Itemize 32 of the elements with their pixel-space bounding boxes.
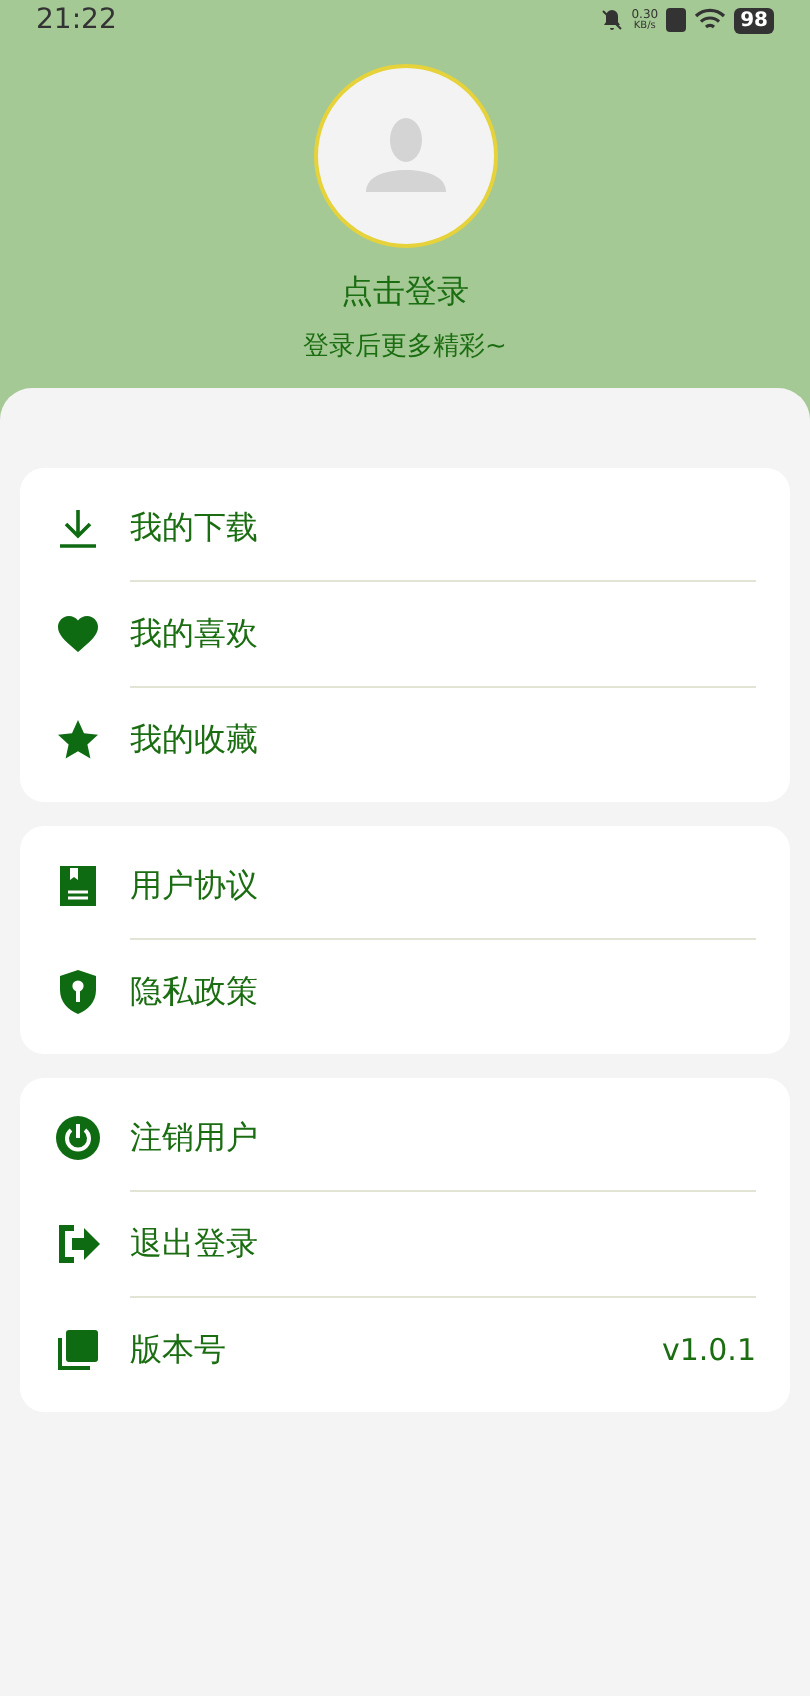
- menu-item[interactable]: 我的收藏: [54, 687, 756, 793]
- layers-icon: [54, 1326, 102, 1374]
- menu-label: 退出登录: [130, 1221, 260, 1265]
- star-icon: [54, 716, 102, 764]
- logout-icon: [54, 1220, 102, 1268]
- sim-icon: [666, 8, 687, 32]
- menu-label: 我的喜欢: [130, 611, 260, 655]
- menu-label: 隐私政策: [130, 970, 260, 1014]
- menu-item[interactable]: 注销用户: [54, 1085, 756, 1191]
- wifi-icon: [694, 8, 727, 32]
- shield-icon: [54, 968, 102, 1016]
- menu-item[interactable]: 我的下载: [54, 475, 756, 581]
- heart-icon: [54, 610, 102, 658]
- power-icon: [54, 1114, 102, 1162]
- bell-off-icon: [599, 8, 624, 32]
- menu-label: 用户协议: [130, 863, 260, 907]
- battery-indicator: 98: [734, 7, 774, 33]
- version-number: v1.0.1: [661, 1329, 756, 1372]
- login-title[interactable]: 点击登录: [341, 268, 469, 316]
- download-icon: [54, 504, 102, 552]
- menu-label: 版本号: [130, 1328, 228, 1372]
- menu-label: 注销用户: [130, 1115, 260, 1159]
- menu-item[interactable]: 用户协议: [54, 833, 756, 939]
- menu-label: 我的收藏: [130, 718, 260, 762]
- clock: 21:22: [36, 1, 117, 39]
- book-icon: [54, 862, 102, 910]
- menu-item[interactable]: 退出登录: [54, 1191, 756, 1297]
- menu-item[interactable]: 我的喜欢: [54, 581, 756, 687]
- login-subtitle: 登录后更多精彩~: [303, 330, 507, 366]
- menu-label: 我的下载: [130, 505, 260, 549]
- menu-item[interactable]: 隐私政策: [54, 939, 756, 1045]
- menu-item[interactable]: 版本号 v1.0.1: [54, 1297, 756, 1403]
